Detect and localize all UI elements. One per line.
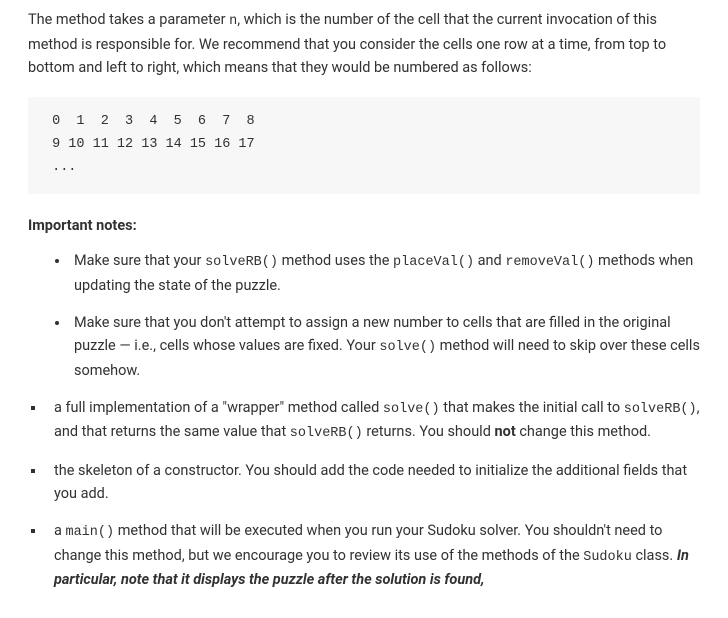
code-sudoku: Sudoku (583, 550, 632, 565)
bold-not: not (495, 423, 516, 440)
outer-bullet-list: a full implementation of a "wrapper" met… (28, 396, 700, 592)
code-n: n (229, 14, 237, 29)
note-text: method uses the (278, 252, 393, 269)
code-main: main() (65, 525, 114, 540)
list-item: the skeleton of a constructor. You shoul… (46, 459, 700, 505)
code-removeval: removeVal() (505, 255, 594, 270)
outer-text: that makes the initial call to (440, 399, 624, 416)
outer-text: method that will be executed when you ru… (54, 522, 662, 564)
important-notes-heading: Important notes: (28, 214, 700, 237)
outer-text: a (54, 522, 65, 539)
intro-text-a: The method takes a parameter (28, 11, 229, 28)
outer-text: change this method. (516, 423, 651, 440)
code-solverb: solveRB() (290, 426, 363, 441)
list-item: a full implementation of a "wrapper" met… (46, 396, 700, 445)
important-notes-list: Make sure that your solveRB() method use… (28, 249, 700, 382)
note-text: and (474, 252, 505, 269)
list-item: a main() method that will be executed wh… (46, 519, 700, 591)
note-text: Make sure that your (74, 252, 205, 269)
list-item: Make sure that your solveRB() method use… (70, 249, 700, 297)
list-item: Make sure that you don't attempt to assi… (70, 311, 700, 382)
outer-text: returns. You should (363, 423, 495, 440)
outer-text: the skeleton of a constructor. You shoul… (54, 462, 687, 502)
code-solve: solve() (379, 340, 436, 355)
code-placeval: placeVal() (393, 255, 474, 270)
cell-numbering-code-block: 0 1 2 3 4 5 6 7 8 9 10 11 12 13 14 15 16… (28, 97, 700, 194)
intro-paragraph: The method takes a parameter n, which is… (28, 8, 700, 79)
code-solverb: solveRB() (205, 255, 278, 270)
outer-text: a full implementation of a "wrapper" met… (54, 399, 383, 416)
outer-text: class. (632, 547, 677, 564)
code-solve: solve() (383, 402, 440, 417)
code-solverb: solveRB() (624, 402, 697, 417)
